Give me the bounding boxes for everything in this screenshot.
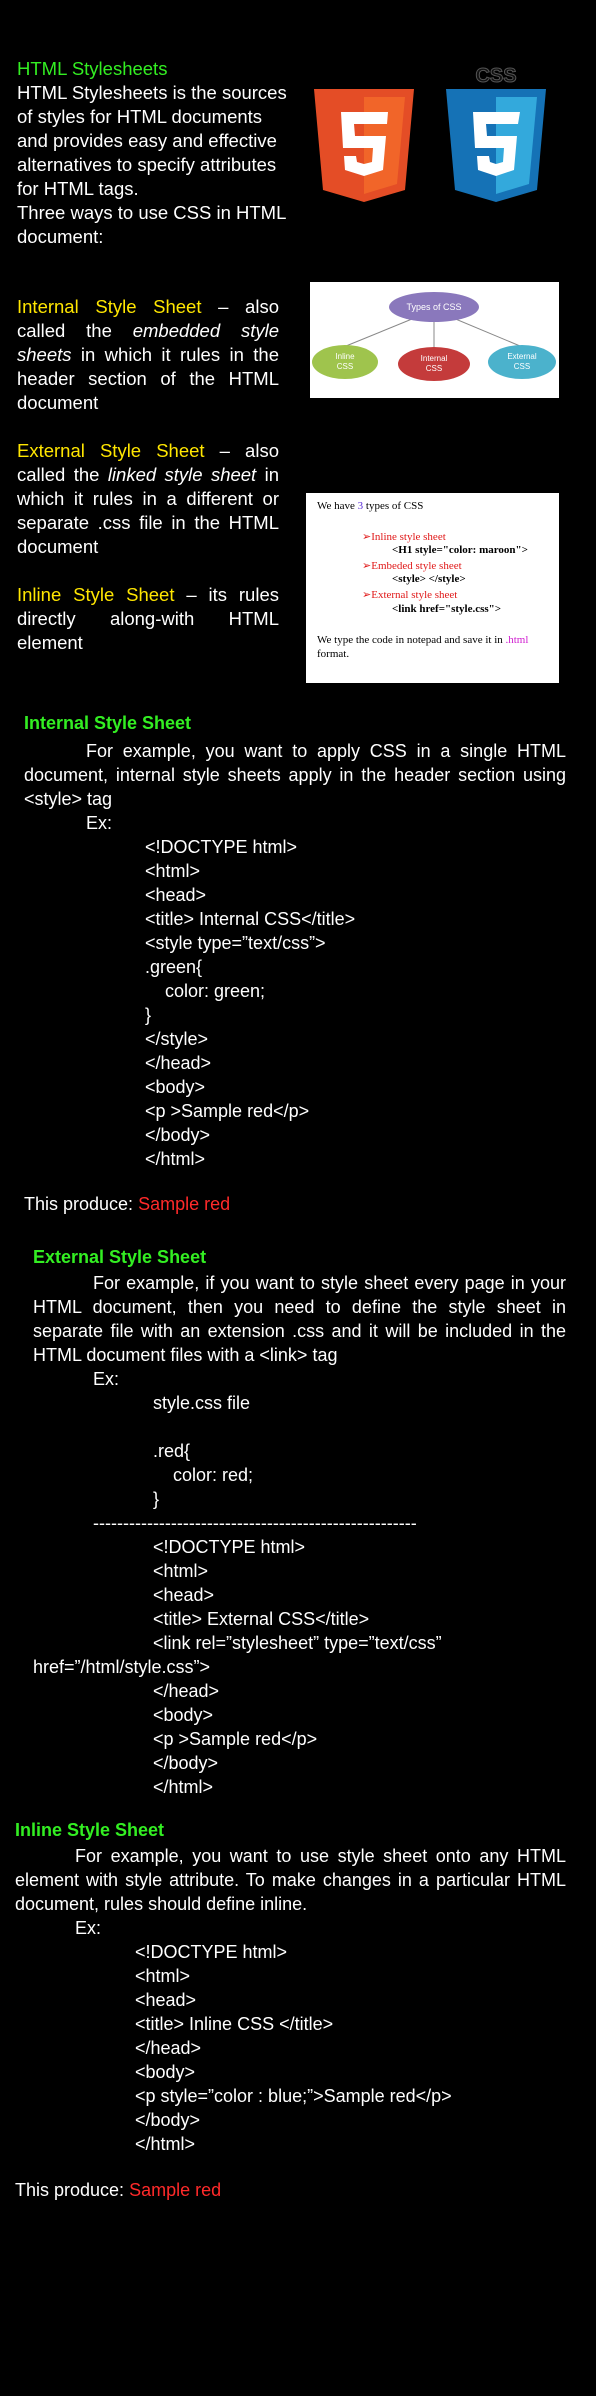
external-ex-label: Ex: — [93, 1369, 120, 1389]
internal-produce-label: This produce: — [24, 1194, 139, 1214]
code-line: <title> External CSS</title> — [153, 1609, 370, 1629]
types-diagram-svg: Types of CSS Inline CSS Internal CSS Ext… — [312, 292, 556, 381]
code-line: <head> — [135, 1990, 197, 2010]
code-line: <html> — [135, 1966, 191, 1986]
internal-css-node-label-1: Internal — [421, 354, 448, 363]
html5-logo-icon: 5 — [314, 89, 414, 202]
note-inline-code: <H1 style="color: maroon"> — [392, 544, 528, 556]
intro-body: HTML Stylesheets is the sources of style… — [17, 82, 287, 199]
code-line: <body> — [145, 1077, 206, 1097]
code-line: <html> — [153, 1561, 209, 1581]
code-line: <html> — [145, 861, 201, 881]
internal-sample-output: Sample red — [138, 1194, 231, 1214]
code-line: <title> Internal CSS</title> — [145, 909, 356, 929]
code-line: color: red; — [153, 1465, 254, 1485]
external-css-node-label-1: External — [507, 352, 537, 361]
code-line: <p >Sample red</p> — [153, 1729, 318, 1749]
internal-css-node-label-2: CSS — [426, 364, 442, 373]
code-line: </html> — [145, 1149, 206, 1169]
code-line: </head> — [153, 1681, 220, 1701]
code-line: <!DOCTYPE html> — [153, 1537, 306, 1557]
external-css-node-label-2: CSS — [514, 362, 530, 371]
types-of-css-diagram: Types of CSS Inline CSS Internal CSS Ext… — [310, 282, 559, 398]
note-format: format. — [317, 648, 350, 660]
code-line: <body> — [135, 2062, 196, 2082]
internal-type-paragraph: Internal Style Sheet – also called the e… — [17, 295, 279, 415]
code-line: </body> — [153, 1753, 219, 1773]
code-line: <p >Sample red</p> — [145, 1101, 310, 1121]
inline-sample-output: Sample red — [129, 2180, 222, 2200]
external-css-file: style.css file — [153, 1393, 251, 1413]
intro-ways: Three ways to use CSS in HTML document: — [17, 202, 286, 247]
internal-type-label: Internal Style Sheet — [17, 296, 202, 317]
external-paragraph: For example, if you want to style sheet … — [33, 1273, 566, 1365]
internal-produce: This produce: Sample red — [24, 1194, 230, 1215]
inline-code-block: <!DOCTYPE html> <html> <head> <title> In… — [135, 1940, 452, 2156]
code-line: <title> Inline CSS </title> — [135, 2014, 334, 2034]
css3-logo-icon: CSS — [446, 65, 546, 202]
code-line: </style> — [145, 1029, 209, 1049]
note-notepad: We type the code in notepad and save it … — [317, 634, 529, 646]
external-heading: External Style Sheet — [33, 1247, 207, 1267]
code-line: .red{ — [153, 1441, 191, 1461]
code-line: } — [145, 1005, 152, 1025]
note-inline: ➢Inline style sheet — [362, 531, 446, 543]
note-external: ➢External style sheet — [362, 589, 458, 601]
css3-logo-label: CSS — [475, 65, 516, 87]
code-line: <head> — [145, 885, 207, 905]
note-we-have: We have 3 types of CSS — [317, 500, 424, 512]
inline-type-label: Inline Style Sheet — [17, 584, 175, 605]
code-line: <body> — [153, 1705, 214, 1725]
code-line: </head> — [135, 2038, 202, 2058]
inline-heading: Inline Style Sheet — [15, 1820, 165, 1840]
inline-produce: This produce: Sample red — [15, 2180, 221, 2201]
code-line: } — [153, 1489, 160, 1509]
code-line: </html> — [153, 1777, 214, 1797]
note-embeded-code: <style> </style> — [392, 573, 466, 585]
code-line: </html> — [135, 2134, 196, 2154]
internal-heading: Internal Style Sheet — [24, 713, 192, 733]
external-type-paragraph: External Style Sheet – also called the l… — [17, 439, 279, 559]
code-line: <!DOCTYPE html> — [135, 1942, 288, 1962]
code-line: .green{ — [145, 957, 203, 977]
intro-section: HTML Stylesheets HTML Stylesheets is the… — [17, 57, 287, 249]
note-embeded: ➢Embeded style sheet — [362, 560, 462, 572]
internal-code-block: <!DOCTYPE html> <html> <head> <title> In… — [145, 835, 355, 1171]
external-code-block-a: <!DOCTYPE html> <html> <head> <title> Ex… — [153, 1535, 369, 1631]
inline-ex-label: Ex: — [75, 1918, 102, 1938]
internal-ex-label: Ex: — [86, 813, 113, 833]
external-divider: ----------------------------------------… — [93, 1513, 417, 1533]
inline-type-paragraph: Inline Style Sheet – its rules directly … — [17, 583, 279, 655]
note-external-code: <link href="style.css"> — [392, 603, 502, 615]
code-line: <!DOCTYPE html> — [145, 837, 298, 857]
external-link-line-2: href=”/html/style.css”> — [33, 1657, 211, 1677]
intro-heading: HTML Stylesheets — [17, 58, 168, 79]
code-line: </head> — [145, 1053, 212, 1073]
internal-paragraph: For example, you want to apply CSS in a … — [24, 741, 566, 809]
external-type-label: External Style Sheet — [17, 440, 205, 461]
inline-produce-label: This produce: — [15, 2180, 130, 2200]
code-line: </body> — [135, 2110, 201, 2130]
external-code-block-b: </head> <body> <p >Sample red</p> </body… — [153, 1679, 317, 1799]
code-line: <head> — [153, 1585, 215, 1605]
types-root-label: Types of CSS — [406, 302, 461, 312]
external-type-em: linked style sheet — [107, 464, 257, 485]
inline-css-node-label-2: CSS — [337, 362, 353, 371]
css-types-section: Internal Style Sheet – also called the e… — [17, 295, 279, 655]
css-types-note-box: We have 3 types of CSS ➢Inline style she… — [306, 493, 559, 683]
code-line: <style type=”text/css”> — [145, 933, 326, 953]
code-line: color: green; — [145, 981, 266, 1001]
inline-css-node-label-1: Inline — [335, 352, 355, 361]
external-link-line-1: <link rel=”stylesheet” type=”text/css” — [153, 1633, 442, 1653]
code-line: <p style=”color : blue;”>Sample red</p> — [135, 2086, 452, 2106]
code-line: </body> — [145, 1125, 211, 1145]
external-css-code: .red{ color: red; } — [153, 1439, 253, 1511]
inline-paragraph: For example, you want to use style sheet… — [15, 1846, 566, 1914]
